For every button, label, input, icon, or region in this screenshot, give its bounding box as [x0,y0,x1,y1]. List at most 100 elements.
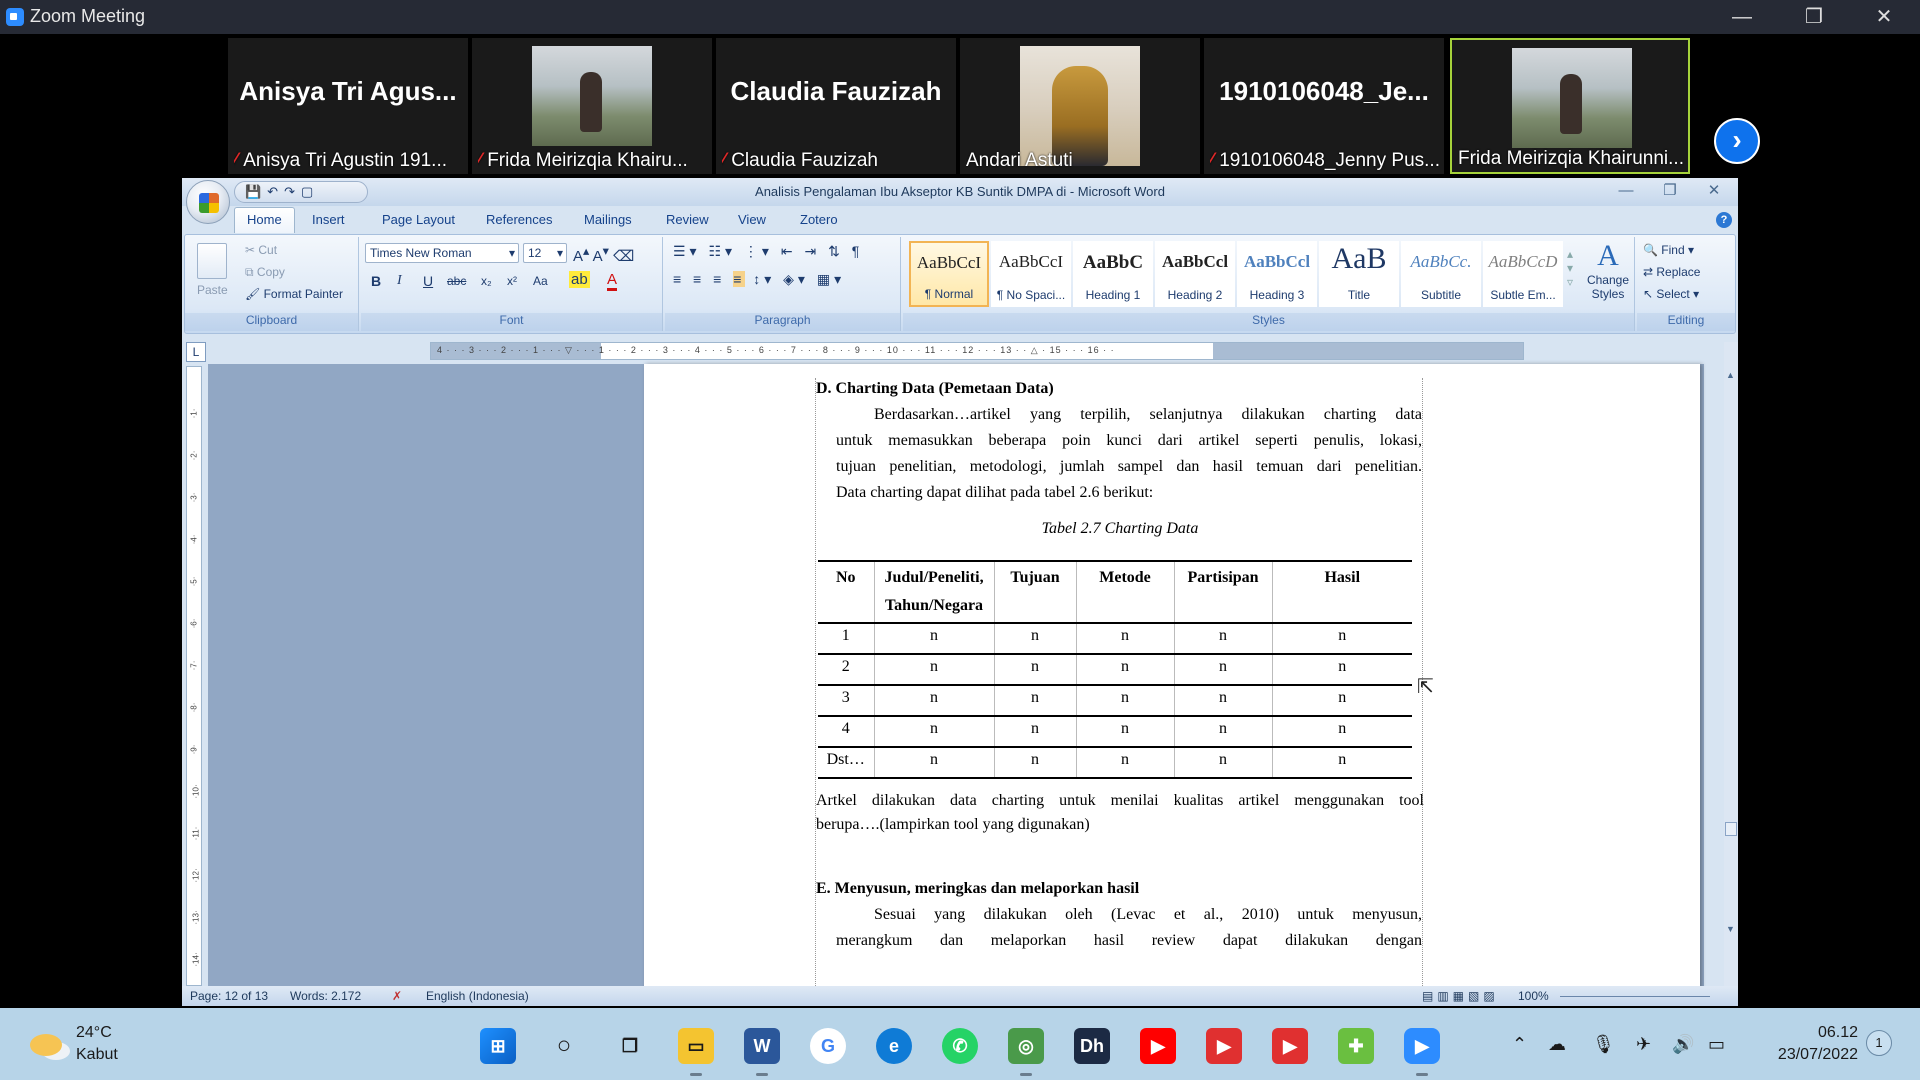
next-page-button[interactable]: › [1714,118,1760,164]
italic-button[interactable]: I [397,273,402,289]
zoom-slider[interactable] [1560,989,1710,997]
word-close-icon[interactable]: ✕ [1692,180,1736,202]
style-subtle-emphasis[interactable]: AaBbCcD Subtle Em... [1483,241,1563,307]
table-cell: n [1173,685,1272,716]
whatsapp-icon[interactable]: ✆ [942,1028,978,1064]
language[interactable]: English (Indonesia) [426,989,529,1003]
horizontal-ruler[interactable]: 4 · · · 3 · · · 2 · · · 1 · · · ▽ · · · … [430,342,1524,360]
restore-icon[interactable]: ❐ [1786,0,1842,34]
page-count[interactable]: Page: 12 of 13 [190,989,268,1003]
style-heading-3[interactable]: AaBbCcl Heading 3 [1237,241,1317,307]
bold-button[interactable]: B [371,273,381,289]
grow-font-icon[interactable]: A▴ A▾ ⌫ [573,243,634,265]
font-size-select[interactable]: 12 ▾ [523,243,567,263]
paragraph-group: ☰▾ ☷▾ ⋮▾ ⇤ ⇥ ⇅ ¶ ≡ ≡ ≡ ≡ ↕▾ ◈▾ ▦▾ Paragr… [665,237,901,331]
style-subtitle[interactable]: AaBbCc. Subtitle [1401,241,1481,307]
change-case-button[interactable]: Aa [533,274,548,288]
chevron-up-icon[interactable]: ⌃ [1512,1034,1527,1055]
paste-icon[interactable] [197,243,227,279]
scroll-down-icon[interactable]: ▼ [1726,924,1735,934]
youtube-icon[interactable]: ▶ [1140,1028,1176,1064]
start-windows-icon[interactable]: ⊞ [480,1028,516,1064]
microphone-icon[interactable]: 🎙 [1592,1034,1615,1055]
chrome-icon[interactable]: G [810,1028,846,1064]
tab-insert[interactable]: Insert [312,208,345,232]
style-normal[interactable]: AaBbCcI ¶ Normal [909,241,989,307]
participant-tile[interactable]: ⁄ Frida Meirizqia Khairu... [472,38,712,174]
scrollbar-thumb[interactable] [1725,822,1737,836]
vertical-ruler[interactable]: ·1· ·2· ·3· ·4· ·5· ·6· ·7· ·8· ·9· ·10· ·11· ·12· ·… [186,366,202,986]
participant-tile[interactable]: Andari Astuti [960,38,1200,174]
word-restore-icon[interactable]: ❐ [1648,180,1692,202]
list-buttons[interactable]: ☰▾ ☷▾ ⋮▾ ⇤ ⇥ ⇅ ¶ [673,243,863,260]
format-painter-button[interactable]: 🖌 Format Painter [245,287,343,301]
app-dh-icon[interactable]: Dh [1074,1028,1110,1064]
highlight-icon[interactable]: ab [569,271,590,288]
search-icon[interactable]: ○ [546,1028,582,1064]
tab-review[interactable]: Review [666,208,709,232]
volume-icon[interactable]: 🔊 [1672,1034,1694,1055]
tab-selector[interactable]: L [186,342,206,362]
vertical-scrollbar[interactable]: ▲ ▼ [1724,342,1738,986]
tab-zotero[interactable]: Zotero [800,208,838,232]
onedrive-cloud-icon[interactable]: ☁ [1548,1034,1566,1055]
system-clock[interactable]: 06.12 23/07/2022 [1738,1022,1858,1066]
file-explorer-icon[interactable]: ▭ [678,1028,714,1076]
word-minimize-icon[interactable]: — [1604,180,1648,202]
style-heading-2[interactable]: AaBbCcl Heading 2 [1155,241,1235,307]
ruler-tick: ·6· [189,618,199,629]
style-no-spacing[interactable]: AaBbCcI ¶ No Spaci... [991,241,1071,307]
notification-badge[interactable]: 1 [1866,1030,1892,1056]
tab-mailings[interactable]: Mailings [584,208,632,232]
subscript-button[interactable]: x₂ [481,274,492,288]
styles-scroll-icon[interactable]: ▴ ▾ ▿ [1567,247,1573,289]
office-button[interactable] [186,180,230,224]
help-icon[interactable]: ? [1716,212,1732,228]
font-name-select[interactable]: Times New Roman ▾ [365,243,519,263]
document-page[interactable]: D. Charting Data (Pemetaan Data) Berdasa… [644,364,1700,1006]
tab-view[interactable]: View [738,208,766,232]
zoom-app-icon[interactable]: ▶ [1404,1028,1440,1076]
change-styles-button[interactable]: A Change Styles [1583,239,1633,301]
copy-button[interactable]: ⧉ Copy [245,265,285,280]
find-button[interactable]: 🔍 Find ▾ [1643,243,1694,257]
tab-home[interactable]: Home [234,207,295,233]
participant-tile[interactable]: Claudia Fauzizah ⁄ Claudia Fauzizah [716,38,956,174]
media-app-2-icon[interactable]: ▶ [1272,1028,1308,1064]
media-app-icon[interactable]: ▶ [1206,1028,1242,1064]
word-app-icon[interactable]: W [744,1028,780,1076]
view-buttons[interactable]: ▤▥▦▧▨ [1422,989,1499,1003]
paste-button[interactable]: Paste [197,283,228,297]
style-title[interactable]: AaB Title [1319,241,1399,307]
style-heading-1[interactable]: AaBbC Heading 1 [1073,241,1153,307]
participant-tile[interactable]: 1910106048_Je... ⁄ 1910106048_Jenny Pus..… [1204,38,1444,174]
weather-widget[interactable]: 24°C Kabut [26,1024,126,1068]
select-button[interactable]: ↖ Select ▾ [1643,287,1699,301]
participant-tile-active-speaker[interactable]: Frida Meirizqia Khairunni... [1450,38,1690,174]
cut-button[interactable]: ✂ Cut [245,243,277,257]
scroll-up-icon[interactable]: ▲ [1726,370,1735,380]
battery-icon[interactable]: ▭ [1708,1034,1725,1055]
edge-icon[interactable]: e [876,1028,912,1064]
clipboard-group: Paste ✂ Cut ⧉ Copy 🖌 Format Painter Clip… [185,237,359,331]
zoom-level[interactable]: 100% [1518,989,1549,1003]
strikethrough-button[interactable]: abc [447,274,466,288]
paragraph-line: merangkum dan melaporkan hasil review da… [836,932,1422,949]
task-view-icon[interactable]: ❐ [612,1028,648,1064]
align-buttons[interactable]: ≡ ≡ ≡ ≡ ↕▾ ◈▾ ▦▾ [673,271,845,288]
airplane-icon[interactable]: ✈ [1636,1034,1651,1055]
tab-references[interactable]: References [486,208,552,232]
tab-page-layout[interactable]: Page Layout [382,208,455,232]
charting-table[interactable]: No Judul/Peneliti, Tahun/Negara Tujuan M… [818,560,1412,779]
font-color-icon[interactable]: A [607,271,618,291]
app-puzzle-icon[interactable]: ✚ [1338,1028,1374,1064]
participant-tile[interactable]: Anisya Tri Agus... ⁄ Anisya Tri Agustin 1… [228,38,468,174]
underline-button[interactable]: U [423,273,433,289]
word-count[interactable]: Words: 2.172 [290,989,361,1003]
close-icon[interactable]: ✕ [1856,0,1912,34]
minimize-icon[interactable]: — [1714,0,1770,34]
app-green-icon[interactable]: ◎ [1008,1028,1044,1076]
proofing-icon[interactable]: ✗ [392,989,402,1003]
replace-button[interactable]: ⇄ Replace [1643,265,1700,279]
superscript-button[interactable]: x² [507,274,517,288]
